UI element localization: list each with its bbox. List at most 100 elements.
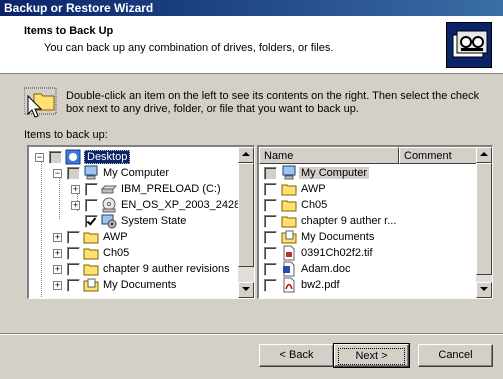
expand-toggle[interactable]: + (53, 265, 62, 274)
tree-item-awp[interactable]: + AWP (29, 229, 239, 245)
expand-toggle[interactable]: + (53, 249, 62, 258)
list-item-checkbox[interactable] (264, 215, 277, 228)
tree-item-desktop[interactable]: − Desktop (29, 149, 239, 165)
my-documents-icon (281, 230, 297, 244)
tree-scroll-thumb[interactable] (238, 163, 254, 267)
scroll-up-button[interactable] (476, 147, 492, 163)
list-item[interactable]: chapter 9 auther r... (259, 213, 477, 229)
tree-item-label: chapter 9 auther revisions (103, 263, 230, 275)
tree-item-label: Ch05 (103, 247, 130, 259)
collapse-toggle[interactable]: − (53, 169, 62, 178)
tree-item-my-documents[interactable]: + My Documents (29, 277, 239, 293)
list-item-checkbox[interactable] (264, 199, 277, 212)
list-item[interactable]: 0391Ch02f2.tif (259, 245, 477, 261)
folder-icon (281, 216, 297, 228)
list-item-label: Ch05 (301, 199, 328, 211)
list-item-checkbox[interactable] (264, 183, 277, 196)
expand-toggle[interactable]: + (53, 233, 62, 242)
expand-toggle[interactable]: + (71, 201, 80, 210)
list-item[interactable]: bw2.pdf (259, 277, 477, 293)
folder-icon (281, 200, 297, 212)
arrow-down-icon (242, 287, 250, 291)
list-item-label: My Documents (301, 231, 375, 243)
list-item[interactable]: AWP (259, 181, 477, 197)
next-button[interactable]: Next > (333, 343, 410, 368)
list-item[interactable]: My Computer (259, 165, 477, 181)
list-item-checkbox[interactable] (264, 263, 277, 276)
column-header-name[interactable]: Name (259, 147, 399, 164)
pdf-file-icon (283, 277, 295, 293)
tree-item-label: EN_OS_XP_2003_2428 (121, 199, 241, 211)
list-item-label: bw2.pdf (301, 279, 340, 291)
tree-item-chapter-9[interactable]: + chapter 9 auther revisions (29, 261, 239, 277)
list-item-label: chapter 9 auther r... (301, 215, 397, 227)
list-item[interactable]: Adam.doc (259, 261, 477, 277)
scroll-down-button[interactable] (476, 282, 492, 298)
tree-item-label: Desktop (84, 150, 131, 164)
cd-drive-checkbox[interactable] (85, 199, 98, 212)
window-title: Backup or Restore Wizard (0, 0, 503, 16)
list-item-checkbox[interactable] (264, 231, 277, 244)
drive-c-checkbox[interactable] (85, 183, 98, 196)
tree-item-ch05[interactable]: + Ch05 (29, 245, 239, 261)
wizard-header: Items to Back Up You can back up any com… (0, 16, 503, 74)
list-item[interactable]: Ch05 (259, 197, 477, 213)
my-documents-checkbox[interactable] (67, 279, 80, 292)
chapter-9-checkbox[interactable] (67, 263, 80, 276)
items-to-back-up-label: Items to back up: (24, 129, 108, 141)
backup-tree-view[interactable]: − Desktop − My Computer + IBM_PRELOAD (C… (27, 145, 255, 299)
awp-checkbox[interactable] (67, 231, 80, 244)
desktop-checkbox[interactable] (49, 151, 62, 164)
column-header-comment[interactable]: Comment (399, 147, 479, 164)
folder-icon (281, 184, 297, 196)
page-subtitle: You can back up any combination of drive… (44, 42, 334, 54)
tree-item-label: AWP (103, 231, 128, 243)
backup-wizard-icon (446, 22, 492, 68)
desktop-icon (65, 149, 81, 165)
folder-icon (83, 264, 99, 276)
contents-list-view[interactable]: Name Comment My Computer AWP Ch05 chapte… (257, 145, 493, 299)
collapse-toggle[interactable]: − (35, 153, 44, 162)
folder-icon (83, 232, 99, 244)
cancel-button-label: Cancel (438, 349, 473, 361)
tree-item-my-computer[interactable]: − My Computer (29, 165, 239, 181)
computer-icon (282, 165, 296, 180)
back-button[interactable]: < Back (259, 344, 334, 367)
list-item-checkbox[interactable] (264, 167, 277, 180)
next-button-label: Next > (338, 348, 405, 365)
computer-icon (84, 165, 98, 180)
hard-drive-icon (101, 185, 117, 194)
list-item-checkbox[interactable] (264, 247, 277, 260)
instructions-text: Double-click an item on the left to see … (66, 90, 480, 115)
list-scroll-thumb[interactable] (476, 163, 492, 275)
tree-scrollbar[interactable] (238, 147, 254, 298)
tree-item-label: My Documents (103, 279, 177, 291)
cd-drive-icon (102, 197, 116, 213)
list-item-label: My Computer (299, 167, 370, 179)
cancel-button[interactable]: Cancel (418, 344, 493, 367)
tree-item-cd-drive[interactable]: + EN_OS_XP_2003_2428 (29, 197, 241, 213)
system-state-checkbox[interactable] (85, 215, 98, 228)
list-item-checkbox[interactable] (264, 279, 277, 292)
list-scrollbar[interactable] (476, 147, 492, 298)
back-button-label: < Back (279, 349, 314, 361)
tree-item-system-state[interactable]: System State (29, 213, 239, 229)
page-title: Items to Back Up (24, 25, 114, 37)
image-file-icon (283, 245, 295, 261)
list-item-label: Adam.doc (301, 263, 351, 275)
arrow-down-icon (480, 287, 488, 291)
list-item-label: AWP (301, 183, 326, 195)
folder-icon (83, 248, 99, 260)
arrow-up-icon (480, 152, 488, 156)
tree-item-drive-c[interactable]: + IBM_PRELOAD (C:) (29, 181, 239, 197)
system-state-icon (101, 214, 117, 229)
my-computer-checkbox[interactable] (67, 167, 80, 180)
scroll-up-button[interactable] (238, 147, 254, 163)
list-item[interactable]: My Documents (259, 229, 477, 245)
word-doc-icon (283, 261, 295, 277)
ch05-checkbox[interactable] (67, 247, 80, 260)
expand-toggle[interactable]: + (71, 185, 80, 194)
folder-cursor-icon (23, 86, 58, 120)
scroll-down-button[interactable] (238, 282, 254, 298)
expand-toggle[interactable]: + (53, 281, 62, 290)
